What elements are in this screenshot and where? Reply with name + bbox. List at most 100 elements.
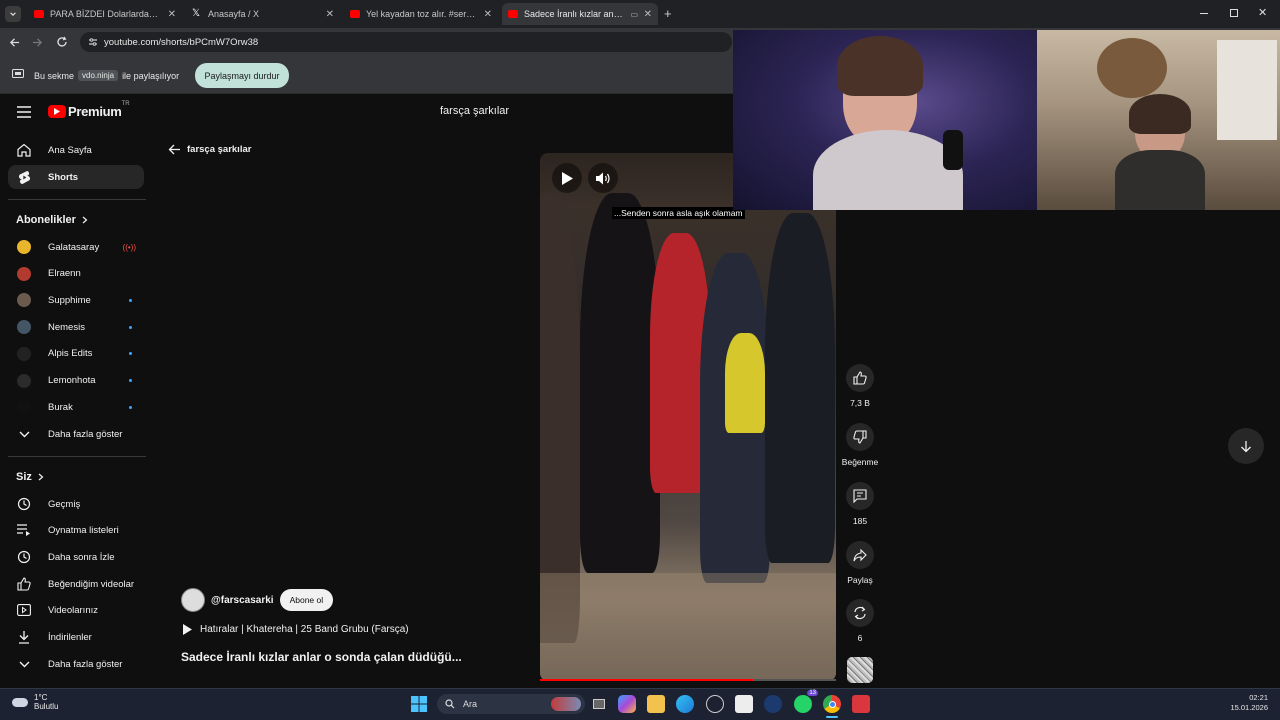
tab-title: Yel kayadan toz alır. #serdarlig: [366, 9, 478, 19]
chrome-icon[interactable]: [823, 695, 841, 713]
sidebar-item-label: Daha fazla göster: [48, 428, 123, 440]
dislike-icon: [846, 423, 874, 451]
sidebar-item-shorts[interactable]: Shorts: [8, 165, 144, 189]
new-content-dot: [129, 405, 132, 409]
channel-avatar: [17, 266, 31, 281]
music-link[interactable]: Hatıralar | Khatereha | 25 Band Grubu (F…: [183, 624, 409, 635]
close-window-icon[interactable]: ✕: [1258, 6, 1267, 19]
show-more-subscriptions[interactable]: Daha fazla göster: [8, 422, 144, 446]
search-input[interactable]: farsça şarkılar: [440, 105, 509, 117]
comment-icon: [846, 482, 874, 510]
minimize-icon[interactable]: [1200, 13, 1208, 14]
video-figure: [580, 193, 660, 573]
sidebar-item-playlists[interactable]: Oynatma listeleri: [8, 518, 144, 542]
copilot-icon[interactable]: [618, 695, 636, 713]
share-button[interactable]: Paylaş: [840, 541, 880, 585]
new-tab-button[interactable]: +: [664, 6, 672, 21]
stop-sharing-button[interactable]: Paylaşmayı durdur: [195, 63, 289, 88]
sidebar-item-label: Burak: [48, 401, 73, 413]
sidebar-item-label: Daha fazla göster: [48, 658, 123, 670]
youtube-logo[interactable]: Premium TR: [48, 101, 130, 119]
volume-button[interactable]: [588, 163, 618, 193]
sidebar-item-label: Elraenn: [48, 268, 81, 280]
download-icon: [16, 629, 32, 645]
remix-count: 6: [857, 633, 863, 643]
next-short-button[interactable]: [1228, 428, 1264, 464]
sidebar-subscription-item[interactable]: Burak: [8, 395, 144, 419]
subscriptions-heading-label: Abonelikler: [16, 214, 76, 226]
new-content-dot: [129, 298, 132, 302]
store-icon[interactable]: [735, 695, 753, 713]
forward-icon[interactable]: [32, 37, 43, 48]
like-button[interactable]: 7,3 B: [840, 364, 880, 408]
cast-icon: [12, 69, 24, 78]
like-count: 7,3 B: [850, 398, 870, 408]
video-progress-bar[interactable]: [540, 679, 836, 681]
sidebar-item-label: Supphime: [48, 294, 91, 306]
browser-tab-active[interactable]: Sadece İranlı kızlar anlar o ▭ ✕: [502, 3, 658, 25]
system-clock[interactable]: 02:21 15.01.2026: [1218, 693, 1268, 713]
dislike-button[interactable]: Beğenme: [840, 423, 880, 467]
back-to-search-link[interactable]: farsça şarkılar: [168, 144, 251, 155]
sidebar-item-downloads[interactable]: İndirilenler: [8, 625, 144, 649]
remix-button[interactable]: 6: [840, 599, 880, 643]
search-highlight-icon: [551, 697, 581, 711]
sidebar-item-watch-later[interactable]: Daha sonra İzle: [8, 545, 144, 569]
github-icon[interactable]: [706, 695, 724, 713]
media-icon[interactable]: ▭: [630, 10, 638, 19]
sidebar-item-your-videos[interactable]: Videolarınız: [8, 598, 144, 622]
weather-desc: Bulutlu: [34, 702, 59, 711]
sidebar-item-home[interactable]: Ana Sayfa: [8, 138, 144, 162]
browser-tab[interactable]: Yel kayadan toz alır. #serdarlig ✕: [344, 3, 498, 25]
sidebar-subscription-item[interactable]: Alpis Edits: [8, 342, 144, 366]
tab-search-dropdown[interactable]: [5, 6, 21, 22]
close-icon[interactable]: ✕: [168, 9, 176, 20]
edge-icon[interactable]: [676, 695, 694, 713]
whatsapp-icon[interactable]: 13: [794, 690, 818, 713]
short-title[interactable]: Sadece İranlı kızlar anlar o sonda çalan…: [181, 650, 462, 664]
chevron-down-icon: [16, 656, 32, 672]
close-icon[interactable]: ✕: [326, 9, 334, 20]
you-heading[interactable]: Siz: [16, 471, 44, 483]
sidebar-item-liked-videos[interactable]: Beğendiğim videolar: [8, 572, 144, 596]
sidebar-divider: [8, 456, 146, 457]
taskbar-search[interactable]: Ara: [437, 694, 585, 714]
sidebar-item-label: Alpis Edits: [48, 348, 93, 360]
browser-tab[interactable]: 𝕏 Anasayfa / X ✕: [186, 3, 340, 25]
show-more-you[interactable]: Daha fazla göster: [8, 652, 144, 676]
sidebar-subscription-item[interactable]: Galatasaray ((•)): [8, 235, 144, 259]
file-explorer-icon[interactable]: [647, 695, 665, 713]
sidebar-item-history[interactable]: Geçmiş: [8, 492, 144, 516]
sound-thumbnail[interactable]: [847, 657, 873, 683]
channel-avatar[interactable]: [181, 588, 205, 612]
back-icon[interactable]: [9, 37, 20, 48]
clock-time: 02:21: [1249, 693, 1268, 702]
sidebar-subscription-item[interactable]: Nemesis: [8, 315, 144, 339]
close-icon[interactable]: ✕: [644, 9, 652, 20]
steam-icon[interactable]: [764, 695, 782, 713]
channel-name[interactable]: @farscasarki: [211, 595, 274, 606]
menu-icon[interactable]: [17, 106, 31, 118]
sidebar-subscription-item[interactable]: Elraenn: [8, 262, 144, 286]
restore-icon[interactable]: [1230, 9, 1238, 17]
short-video-player[interactable]: [540, 153, 836, 681]
reload-icon[interactable]: [56, 36, 68, 48]
clock-date: 15.01.2026: [1230, 703, 1268, 712]
task-view-icon[interactable]: [590, 695, 608, 713]
subscriptions-heading[interactable]: Abonelikler: [16, 214, 88, 226]
address-bar[interactable]: youtube.com/shorts/bPCmW7Orw38: [80, 32, 732, 52]
sidebar-subscription-item[interactable]: Lemonhota: [8, 369, 144, 393]
windows-start-icon[interactable]: [410, 695, 428, 713]
site-info-icon[interactable]: [88, 37, 98, 47]
subscribe-button[interactable]: Abone ol: [279, 589, 334, 611]
webcam-overlay-1: [733, 30, 1037, 210]
share-host: vdo.ninja: [78, 70, 119, 81]
chevron-down-icon: [16, 426, 32, 442]
play-button[interactable]: [552, 163, 582, 193]
close-icon[interactable]: ✕: [484, 9, 492, 20]
comments-button[interactable]: 185: [840, 482, 880, 526]
sidebar-subscription-item[interactable]: Supphime: [8, 288, 144, 312]
obs-record-icon[interactable]: [852, 695, 870, 713]
browser-tab[interactable]: PARA BİZDEI Dolarlardan Gelin ✕: [28, 3, 182, 25]
weather-widget[interactable]: 1°C Bulutlu: [12, 693, 58, 711]
